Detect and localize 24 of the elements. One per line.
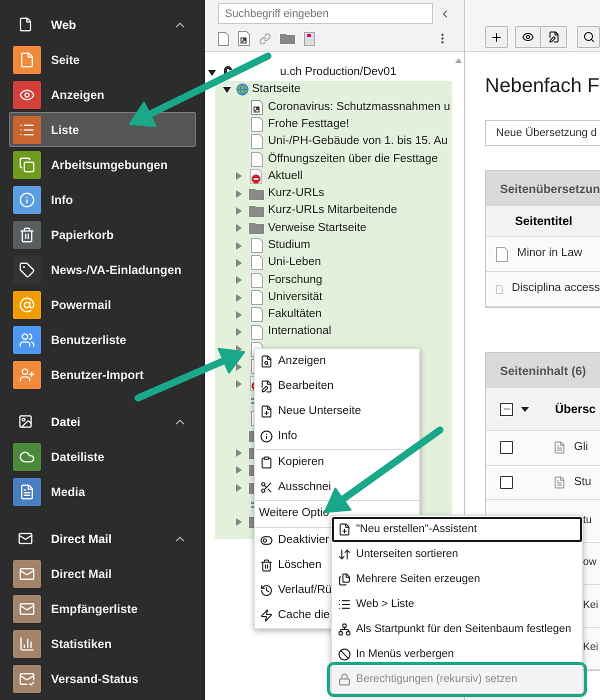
module-label: Direct Mail bbox=[51, 566, 112, 582]
module-label: Benutzer-Import bbox=[51, 366, 144, 384]
module-label: Arbeitsumgebungen bbox=[51, 156, 168, 174]
module-label: Empfängerliste bbox=[51, 600, 138, 618]
module-label: Media bbox=[51, 484, 86, 500]
module-label: Benutzerliste bbox=[51, 332, 126, 348]
module-label: Dateiliste bbox=[51, 448, 104, 466]
module-label: News-/VA-Einladungen bbox=[51, 262, 182, 278]
column-header: Seitentitel bbox=[486, 206, 600, 237]
module-label: Papierkorb bbox=[51, 226, 114, 244]
module-label: Anzeigen bbox=[51, 86, 104, 104]
panel-heading: Seiteninhalt (6) bbox=[486, 353, 600, 388]
page-title: Nebenfach F bbox=[485, 74, 600, 99]
module-label: Seite bbox=[51, 52, 80, 68]
module-label: Versand-Status bbox=[51, 670, 138, 688]
module-label: Info bbox=[51, 192, 73, 208]
group-label: Direct Mail bbox=[51, 530, 113, 548]
column-header: Übersc bbox=[555, 401, 596, 418]
module-label: Powermail bbox=[51, 296, 112, 314]
group-label: Datei bbox=[51, 414, 82, 430]
module-label: Statistiken bbox=[51, 636, 112, 652]
panel-heading: Seitenübersetzun bbox=[486, 171, 600, 206]
group-label: Web bbox=[51, 16, 78, 34]
module-label: Liste bbox=[51, 122, 80, 138]
